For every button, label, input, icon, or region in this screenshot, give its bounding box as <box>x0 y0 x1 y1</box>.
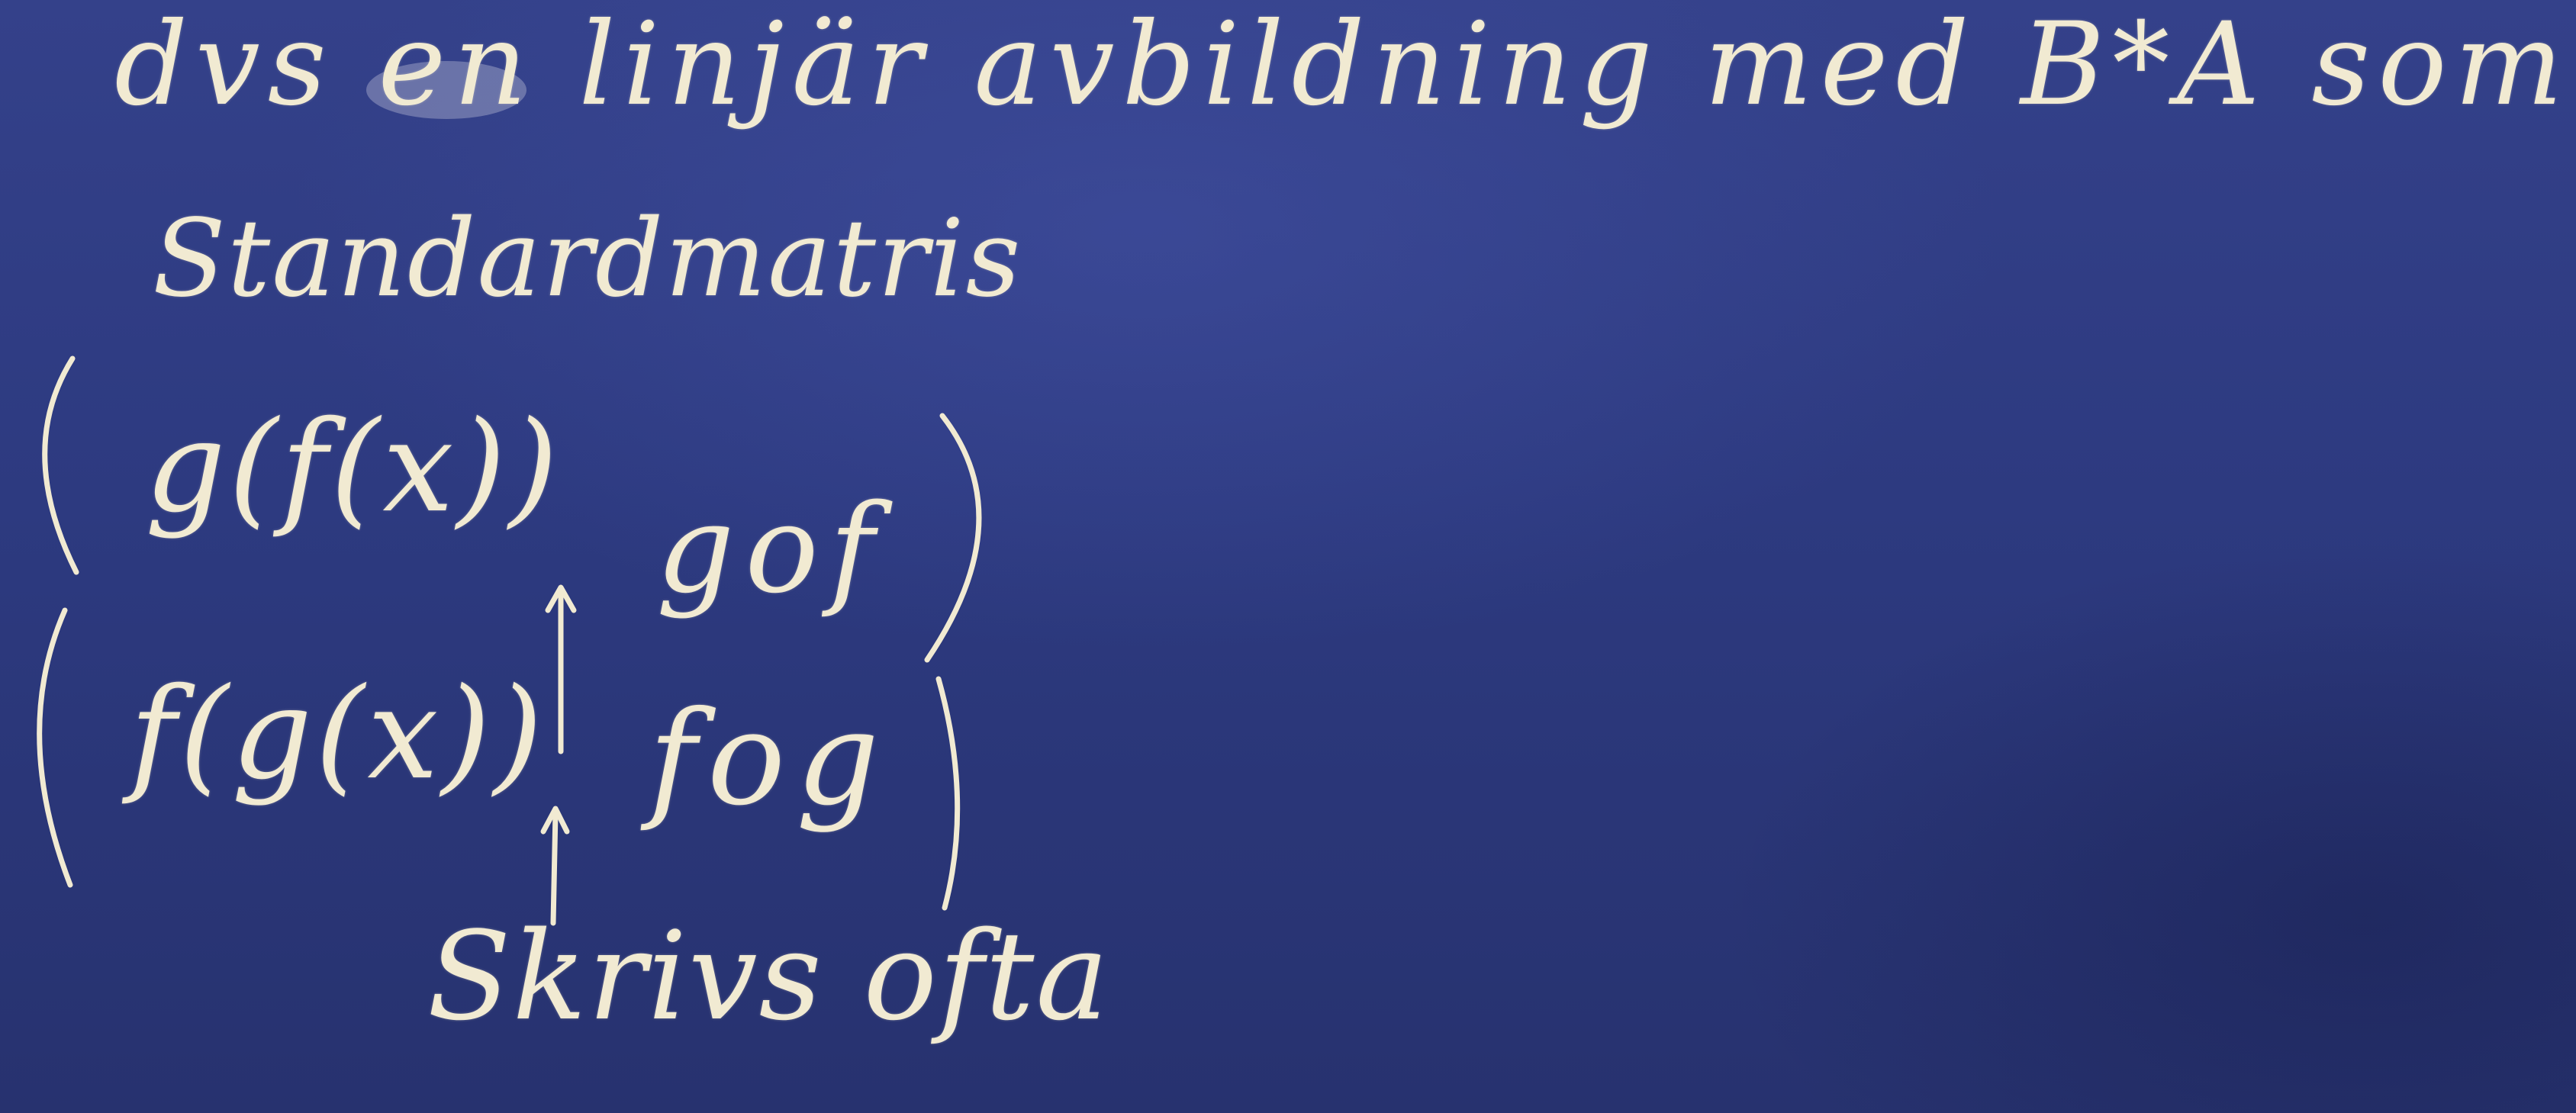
handwritten-line-1: dvs en linjär avbildning med B*A som <box>114 0 2571 131</box>
expression-g-of-f: g(f(x)) <box>145 394 562 540</box>
handwritten-line-2: Standardmatris <box>153 197 1022 321</box>
chalkboard: dvs en linjär avbildning med B*A som Sta… <box>0 0 2576 1113</box>
right-paren-top <box>924 413 982 663</box>
expression-f-of-g: f(g(x)) <box>130 661 546 807</box>
composition-gof: gof <box>656 478 885 620</box>
left-paren-bottom <box>37 607 73 888</box>
left-paren-top <box>42 355 79 575</box>
annotation-note: Skrivs ofta <box>427 905 1110 1047</box>
chalk-strokes <box>37 61 982 926</box>
right-paren-bottom <box>935 676 961 911</box>
composition-fog: fog <box>649 684 890 835</box>
